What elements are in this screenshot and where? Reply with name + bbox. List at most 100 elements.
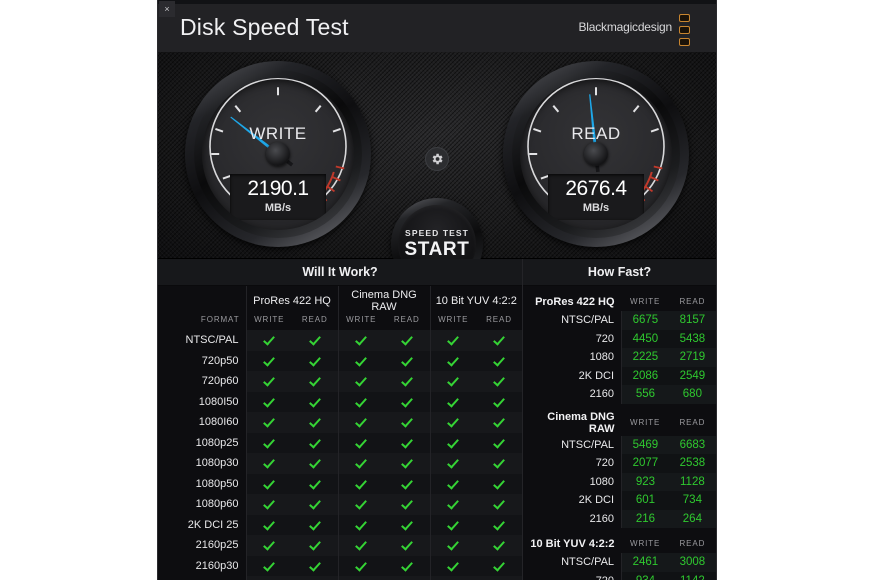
- format-label: 720: [523, 454, 622, 473]
- table-row: NTSC/PAL54696683: [523, 436, 716, 455]
- format-label: 2160: [523, 510, 622, 529]
- check-icon: [384, 494, 430, 515]
- speed-value-write: 601: [622, 491, 669, 510]
- check-icon: [338, 371, 384, 392]
- table-row: 2160216264: [523, 510, 716, 529]
- check-icon: [430, 351, 476, 372]
- table-row: NTSC/PAL66758157: [523, 311, 716, 330]
- brand-label: Blackmagicdesign: [578, 20, 672, 34]
- check-icon: [430, 576, 476, 580]
- table-row: 72020772538: [523, 454, 716, 473]
- check-icon: [430, 515, 476, 536]
- close-button[interactable]: ×: [159, 1, 175, 17]
- format-label: 720p50: [158, 351, 246, 372]
- write-gauge-bezel: WRITE 2190.1 MB/s: [194, 70, 362, 238]
- check-icon: [384, 351, 430, 372]
- table-row: 1080p30: [158, 453, 522, 474]
- how-fast-group: ProRes 422 HQWRITEREADNTSC/PAL6675815772…: [523, 292, 716, 404]
- table-row: 2160p50: [158, 576, 522, 580]
- check-icon: [384, 392, 430, 413]
- speed-value-write: 5469: [622, 436, 669, 455]
- format-label: 1080p30: [158, 453, 246, 474]
- format-label: NTSC/PAL: [523, 553, 622, 572]
- check-icon: [338, 433, 384, 454]
- disk-speed-test-window: × Disk Speed Test Blackmagicdesign: [157, 0, 717, 580]
- check-icon: [476, 515, 522, 536]
- check-icon: [292, 515, 338, 536]
- check-icon: [430, 453, 476, 474]
- format-label: 2K DCI 25: [158, 515, 246, 536]
- codec-header-1: Cinema DNG RAW: [338, 286, 430, 313]
- table-row: 2160p30: [158, 556, 522, 577]
- format-label: 1080p50: [158, 474, 246, 495]
- check-icon: [476, 474, 522, 495]
- check-icon: [384, 412, 430, 433]
- check-icon: [430, 494, 476, 515]
- check-icon: [430, 412, 476, 433]
- format-label: 2K DCI: [523, 367, 622, 386]
- page-title: Disk Speed Test: [180, 14, 349, 41]
- speed-value-read: 1142: [669, 572, 716, 580]
- gear-icon[interactable]: [425, 147, 449, 171]
- check-icon: [292, 556, 338, 577]
- check-icon: [246, 351, 292, 372]
- check-icon: [338, 392, 384, 413]
- check-icon: [430, 474, 476, 495]
- how-fast-group-header: ProRes 422 HQWRITEREAD: [523, 292, 716, 311]
- check-icon: [476, 494, 522, 515]
- blackmagic-logo-icon: [679, 14, 694, 46]
- table-row: 1080p25: [158, 433, 522, 454]
- check-icon: [292, 371, 338, 392]
- format-label: 1080: [523, 473, 622, 492]
- write-gauge-face: WRITE 2190.1 MB/s: [202, 78, 354, 230]
- check-icon: [292, 392, 338, 413]
- format-label: 2160p25: [158, 535, 246, 556]
- write-unit: MB/s: [230, 202, 326, 214]
- check-icon: [246, 515, 292, 536]
- table-row: 2160p25: [158, 535, 522, 556]
- how-fast-subheader-read: READ: [669, 292, 716, 311]
- write-needle-hub: [266, 142, 290, 166]
- write-value: 2190.1: [230, 177, 326, 201]
- check-icon: [246, 412, 292, 433]
- table-row: 1080I50: [158, 392, 522, 413]
- check-icon: [384, 515, 430, 536]
- start-button-label: START: [405, 239, 470, 261]
- check-icon: [292, 433, 338, 454]
- gear-glyph: [430, 152, 444, 166]
- codec-header-2: 10 Bit YUV 4:2:2: [430, 286, 522, 313]
- subheader-2-read: READ: [476, 313, 522, 330]
- check-icon: [246, 392, 292, 413]
- check-icon: [476, 576, 522, 580]
- table-row: 10809231128: [523, 473, 716, 492]
- format-label: NTSC/PAL: [523, 436, 622, 455]
- check-icon: [476, 556, 522, 577]
- read-unit: MB/s: [548, 202, 644, 214]
- how-fast-groups: ProRes 422 HQWRITEREADNTSC/PAL6675815772…: [523, 292, 716, 580]
- how-fast-group-header: Cinema DNG RAWWRITEREAD: [523, 410, 716, 436]
- check-icon: [292, 535, 338, 556]
- how-fast-group: Cinema DNG RAWWRITEREADNTSC/PAL546966837…: [523, 410, 716, 529]
- how-fast-group: 10 Bit YUV 4:2:2WRITEREADNTSC/PAL2461300…: [523, 534, 716, 580]
- speed-value-read: 264: [669, 510, 716, 529]
- how-fast-subheader-write: WRITE: [622, 410, 669, 436]
- check-icon: [292, 474, 338, 495]
- table-row: 720p60: [158, 371, 522, 392]
- subheader-1-write: WRITE: [338, 313, 384, 330]
- speed-value-write: 216: [622, 510, 669, 529]
- format-label: 2160: [523, 385, 622, 404]
- check-icon: [292, 412, 338, 433]
- how-fast-subheader-write: WRITE: [622, 292, 669, 311]
- speed-value-read: 680: [669, 385, 716, 404]
- how-fast-subheader-read: READ: [669, 534, 716, 553]
- format-label: 1080I50: [158, 392, 246, 413]
- subheader-2-write: WRITE: [430, 313, 476, 330]
- check-icon: [476, 392, 522, 413]
- check-icon: [246, 474, 292, 495]
- table-row: 2K DCI601734: [523, 491, 716, 510]
- check-icon: [292, 494, 338, 515]
- how-fast-subheader-write: WRITE: [622, 534, 669, 553]
- speed-value-write: 4450: [622, 330, 669, 349]
- check-icon: [246, 494, 292, 515]
- format-label: 720: [523, 330, 622, 349]
